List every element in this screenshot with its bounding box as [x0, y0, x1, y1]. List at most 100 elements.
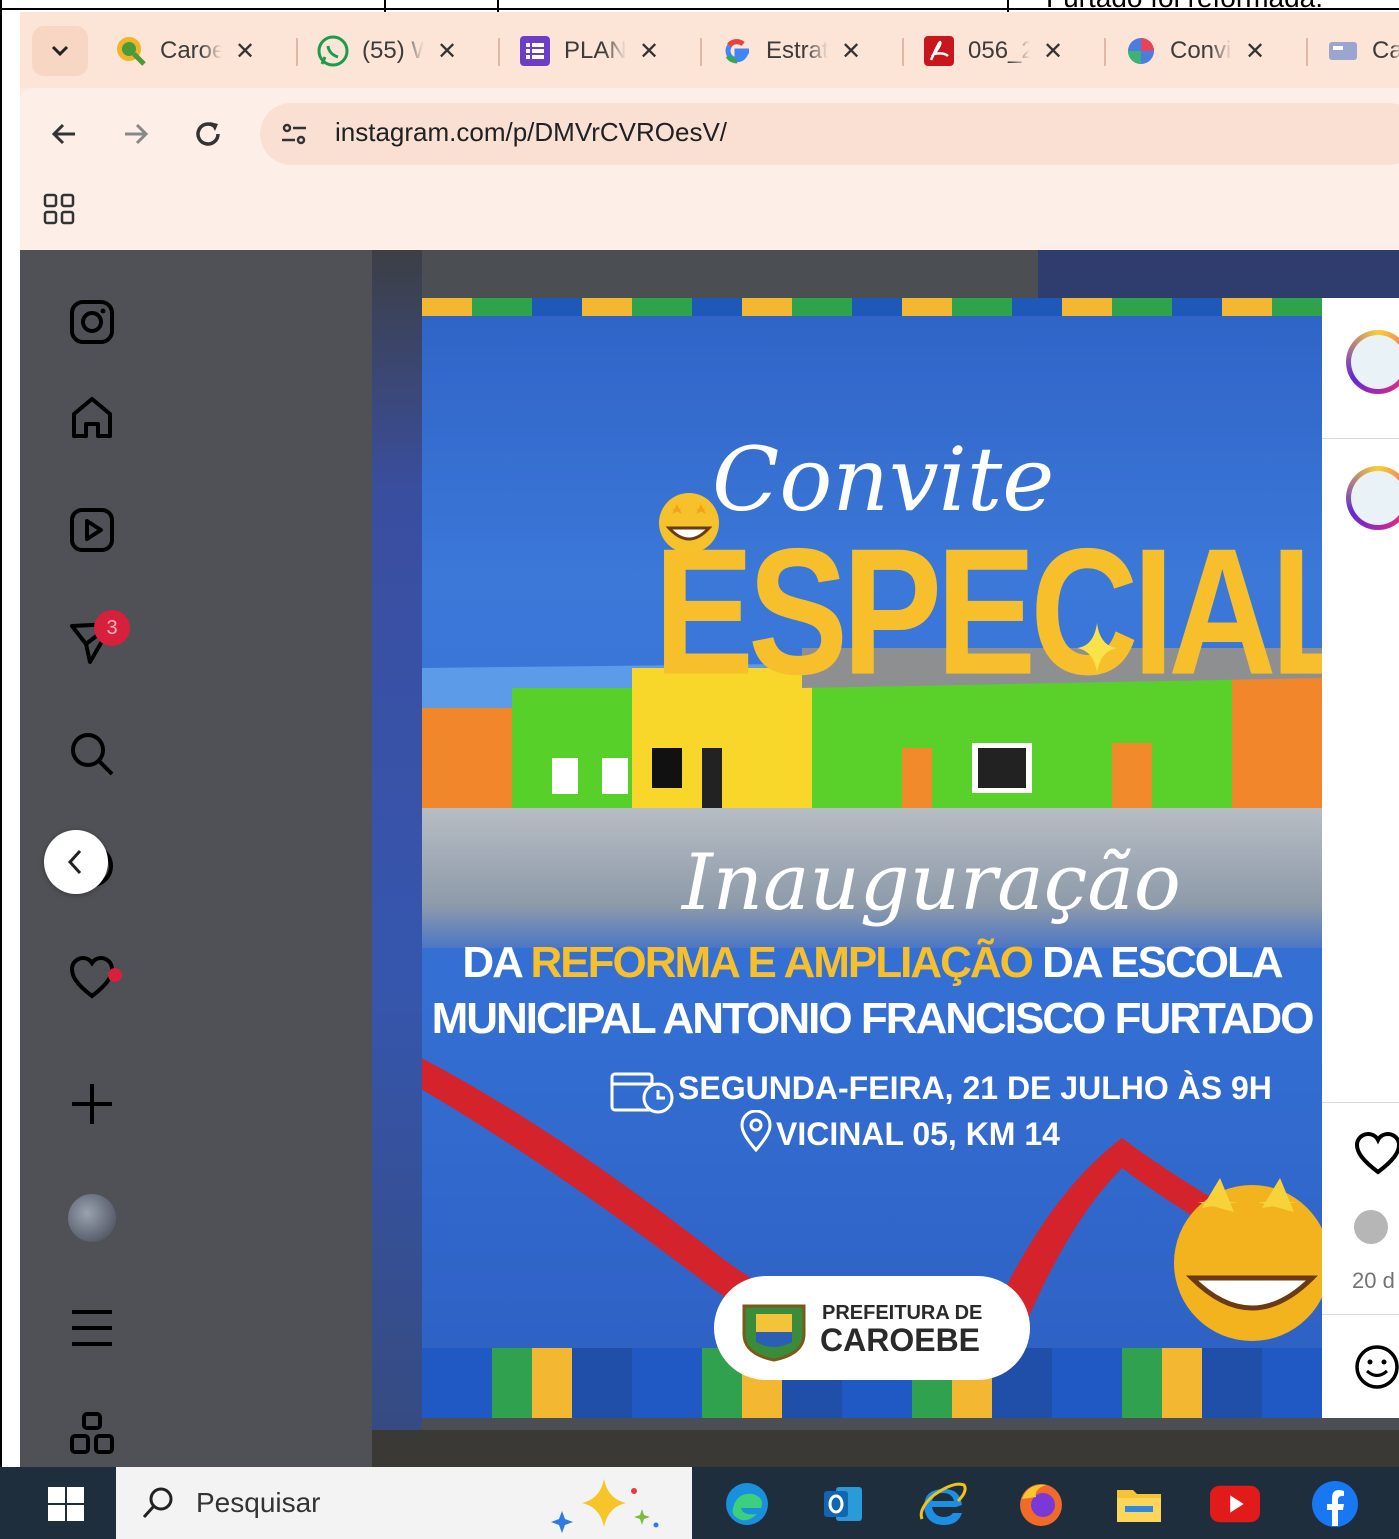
tab-separator [296, 38, 298, 66]
sheets-icon [518, 34, 552, 68]
tab-label: Caroebe [160, 37, 222, 64]
divider [1322, 1102, 1399, 1103]
close-icon[interactable]: ✕ [1042, 37, 1064, 65]
city-hall-label-big: CAROEBE [820, 1322, 981, 1358]
previous-post-button[interactable] [44, 830, 108, 894]
tab-label: (55) WhatsApp [362, 37, 424, 64]
sparkle-icon [1077, 623, 1117, 673]
tab-separator [1306, 38, 1308, 66]
more-apps-icon[interactable] [68, 1410, 116, 1458]
event-line-1: DA REFORMA E AMPLIAÇÃO DA ESCOLA [422, 938, 1322, 988]
author-avatar[interactable] [1346, 330, 1399, 394]
card-icon [1326, 34, 1360, 68]
messages-badge: 3 [94, 610, 130, 646]
divider [1322, 438, 1399, 439]
invite-main-title: ESPECIAL [654, 510, 1322, 712]
notification-dot [108, 968, 122, 982]
event-line-1-b: REFORMA E AMPLIAÇÃO [530, 938, 1034, 987]
tab-separator [498, 38, 500, 66]
browser-window: Caroebe ✕ (55) WhatsApp ✕ PLANILHA ✕ [20, 12, 1399, 1467]
reels-icon[interactable] [68, 506, 116, 554]
tab-label: 056_2025 [968, 37, 1030, 64]
tab-search-button[interactable] [32, 26, 88, 76]
reload-icon [196, 122, 220, 146]
screen: Furtado foi reformada. Caroebe ✕ (55) Wh… [0, 0, 1399, 1539]
post-image[interactable]: Convite ESPECIAL Inauguração DA REFORMA … [422, 298, 1322, 1418]
close-icon[interactable]: ✕ [638, 37, 660, 65]
file-explorer-icon[interactable] [1114, 1479, 1164, 1529]
background-blur [372, 250, 422, 1467]
taskbar-search[interactable]: Pesquisar [116, 1467, 692, 1539]
instagram-sidebar: 3 [20, 250, 372, 1467]
outlook-icon[interactable] [818, 1479, 868, 1529]
tab-convite[interactable]: Convite ✕ [1124, 28, 1266, 74]
tab-whatsapp[interactable]: (55) WhatsApp ✕ [316, 28, 458, 74]
close-icon[interactable]: ✕ [234, 37, 256, 65]
pdf-icon [922, 34, 956, 68]
close-icon[interactable]: ✕ [436, 37, 458, 65]
event-line-1-c: DA ESCOLA [1031, 938, 1283, 987]
profile-avatar[interactable] [68, 1194, 116, 1242]
edge-icon[interactable] [722, 1479, 772, 1529]
bookmarks-bar [20, 176, 1399, 250]
like-heart-icon[interactable] [1354, 1132, 1399, 1176]
tab-label: Ca [1372, 37, 1399, 64]
qgis-icon [114, 34, 148, 68]
search-placeholder: Pesquisar [196, 1487, 321, 1518]
forward-button[interactable] [116, 114, 156, 154]
url-text[interactable]: instagram.com/p/DMVrCVROesV/ [335, 117, 727, 148]
menu-icon[interactable] [68, 1304, 116, 1352]
post-date: 20 d [1352, 1268, 1395, 1293]
tab-estrategia[interactable]: Estratégia ✕ [720, 28, 862, 74]
ie-icon[interactable] [918, 1479, 968, 1529]
instagram-logo-icon[interactable] [68, 298, 116, 346]
whatsapp-icon [316, 34, 350, 68]
taskbar: Pesquisar [0, 1467, 1399, 1539]
tab-card[interactable]: Ca [1326, 28, 1399, 74]
tab-strip: Caroebe ✕ (55) WhatsApp ✕ PLANILHA ✕ [20, 12, 1399, 88]
chevron-down-icon [51, 45, 69, 57]
home-icon[interactable] [68, 394, 116, 442]
coat-of-arms-icon [742, 1304, 806, 1362]
address-bar[interactable]: instagram.com/p/DMVrCVROesV/ [260, 103, 1399, 165]
youtube-icon[interactable] [1210, 1479, 1260, 1529]
site-settings-icon[interactable] [274, 114, 314, 154]
tab-separator [902, 38, 904, 66]
tab-label: PLANILHA [564, 37, 626, 64]
tab-caroebe[interactable]: Caroebe ✕ [114, 28, 256, 74]
tab-separator [1104, 38, 1106, 66]
divider [1322, 1314, 1399, 1315]
arrow-left-icon [51, 123, 75, 145]
emoji-picker-icon[interactable] [1354, 1344, 1399, 1390]
facebook-icon[interactable] [1310, 1479, 1360, 1529]
event-line-1-a: DA [462, 938, 531, 987]
city-hall-badge: PREFEITURA DE CAROEBE [714, 1276, 1030, 1380]
firefox-icon[interactable] [1016, 1479, 1066, 1529]
caption-avatar[interactable] [1346, 466, 1399, 530]
apps-icon[interactable] [42, 192, 82, 232]
create-plus-icon[interactable] [68, 1080, 116, 1128]
address-toolbar: instagram.com/p/DMVrCVROesV/ [20, 88, 1399, 176]
tab-label: Estratégia [766, 37, 828, 64]
tab-planilha[interactable]: PLANILHA ✕ [518, 28, 660, 74]
inauguration-script: Inauguração [682, 838, 1181, 928]
reload-button[interactable] [188, 114, 228, 154]
windows-start-icon[interactable] [48, 1487, 84, 1521]
close-icon[interactable]: ✕ [1244, 37, 1266, 65]
decorative-border [422, 298, 1322, 316]
tab-label: Convite [1170, 37, 1232, 64]
tab-pdf[interactable]: 056_2025 ✕ [922, 28, 1064, 74]
chevron-left-icon [67, 849, 82, 875]
arrow-right-icon [125, 123, 149, 145]
tab-separator [700, 38, 702, 66]
doc-border-left [0, 0, 2, 1467]
star-eyes-emoji-icon [1174, 1178, 1322, 1341]
search-icon[interactable] [68, 730, 116, 778]
post-details-panel: 20 d [1322, 298, 1399, 1418]
search-icon [142, 1487, 173, 1519]
back-button[interactable] [44, 114, 84, 154]
close-icon[interactable]: ✕ [840, 37, 862, 65]
background-blur [1038, 250, 1399, 300]
liker-avatar[interactable] [1354, 1210, 1388, 1244]
instagram-page: 3 Convite ESPECIAL Inauguração DA REFORM… [20, 250, 1399, 1467]
